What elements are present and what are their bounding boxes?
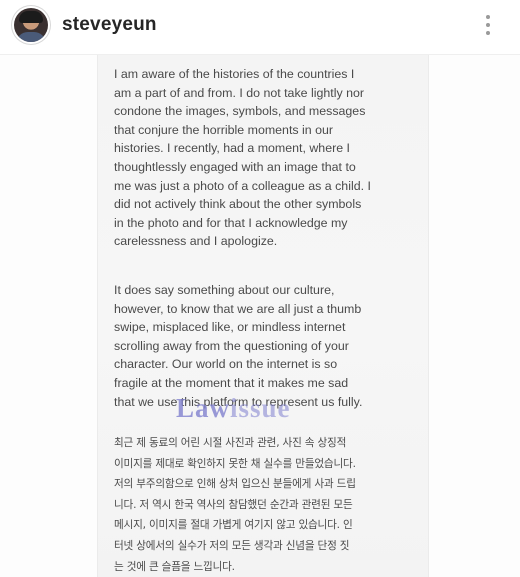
statement-paragraph-korean: 최근 제 동료의 어린 시절 사진과 관련, 사진 속 상징적 이미지를 제대로… xyxy=(114,437,356,573)
more-dot xyxy=(486,31,490,35)
more-dot xyxy=(486,23,490,27)
statement-paragraph-2: It does say something about our culture,… xyxy=(114,283,363,409)
watermark-part-issue: issue xyxy=(230,393,291,423)
more-dot xyxy=(486,15,490,19)
more-options-icon[interactable] xyxy=(478,12,498,38)
avatar-shirt xyxy=(16,32,46,42)
username-link[interactable]: steveyeun xyxy=(62,14,157,36)
profile-avatar[interactable] xyxy=(14,8,48,42)
avatar-hair xyxy=(19,11,43,23)
post-image[interactable]: I am aware of the histories of the count… xyxy=(0,55,520,577)
watermark-part-law: Law xyxy=(176,393,231,423)
watermark-logo: Lawissue xyxy=(176,393,291,423)
post-header: steveyeun xyxy=(0,0,520,55)
statement-paragraph-1: I am aware of the histories of the count… xyxy=(114,67,371,249)
